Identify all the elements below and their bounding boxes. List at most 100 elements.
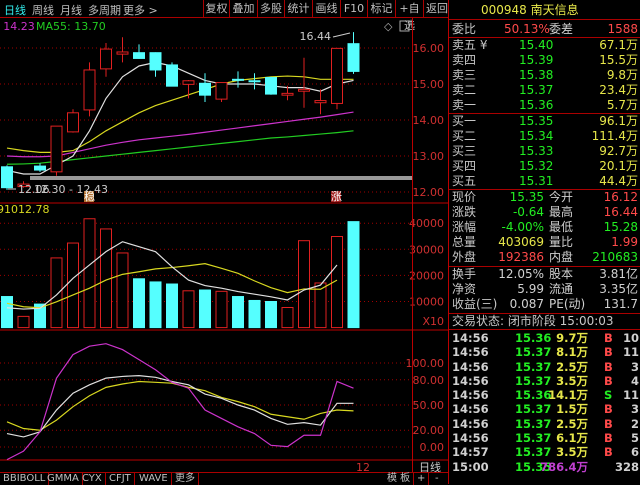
bid-level: 买一 15.35 96.1万 bbox=[449, 114, 640, 129]
stat-label: 外盘 bbox=[452, 250, 477, 264]
stat-value: 403069 bbox=[498, 235, 544, 249]
tick-count: 11 bbox=[622, 345, 639, 360]
indicator-tab[interactable]: BBIBOLL bbox=[0, 473, 50, 485]
candle[interactable] bbox=[67, 112, 79, 133]
volume-bar[interactable] bbox=[50, 257, 63, 329]
volume-bar[interactable] bbox=[133, 278, 145, 329]
toolbar-button[interactable]: 叠加 bbox=[229, 0, 257, 18]
volume-tick-label: 30000 bbox=[409, 243, 444, 256]
indicator-tab[interactable]: WAVE bbox=[136, 473, 172, 485]
indicator-tab[interactable]: CFJT bbox=[106, 473, 135, 485]
volume-bar[interactable] bbox=[17, 315, 30, 329]
level-volume: 92.7万 bbox=[599, 144, 638, 158]
period-tab[interactable]: 多周期 bbox=[88, 2, 121, 18]
indicator-tab[interactable]: CYX bbox=[79, 473, 106, 485]
candle[interactable] bbox=[215, 82, 228, 100]
ask-level: 卖二 15.37 23.4万 bbox=[449, 83, 640, 98]
tick-price: 15.37 bbox=[515, 359, 552, 374]
toolbar-button[interactable]: 返回 bbox=[423, 0, 450, 18]
period-tab[interactable]: 更多 > bbox=[123, 2, 158, 18]
toolbar-button[interactable]: F10 bbox=[340, 0, 367, 18]
volume-bar[interactable] bbox=[248, 299, 261, 329]
toolbar: 日线 周线 月线 多周期 更多 > 复权 叠加 多股 统计 画线 F10 标记 +自选 返回 bbox=[0, 0, 450, 32]
toolbar-button[interactable]: 统计 bbox=[284, 0, 312, 18]
period-tab[interactable]: 日线 bbox=[4, 2, 26, 18]
volume-bar[interactable] bbox=[182, 290, 195, 329]
toolbar-button[interactable]: 标记 bbox=[367, 0, 395, 18]
volume-bar[interactable] bbox=[281, 307, 294, 329]
toolbar-button[interactable]: 画线 bbox=[312, 0, 340, 18]
candle[interactable] bbox=[331, 47, 343, 104]
trade-status: 交易状态: 闭市阶段 15:00:03 bbox=[449, 314, 640, 330]
level-volume: 15.5万 bbox=[599, 53, 638, 67]
candle[interactable] bbox=[314, 100, 327, 104]
zoom-in-button[interactable]: + bbox=[414, 473, 430, 485]
toolbar-button[interactable]: 复权 bbox=[203, 0, 229, 18]
period-tab[interactable]: 月线 bbox=[60, 2, 82, 18]
volume-bar[interactable] bbox=[149, 281, 162, 329]
level-volume: 96.1万 bbox=[599, 114, 638, 128]
candle[interactable] bbox=[100, 48, 112, 70]
candle[interactable] bbox=[34, 165, 46, 171]
level-volume: 44.4万 bbox=[599, 174, 638, 188]
date-axis-label: 12 bbox=[356, 461, 370, 472]
kline-chart[interactable]: 16.00 15.00 14.00 13.00 12.00 40000 30000 20000… bbox=[0, 18, 448, 472]
level-price: 15.35 bbox=[519, 114, 554, 128]
tick-volume: 2.5万 bbox=[556, 359, 588, 374]
volume-bar[interactable] bbox=[166, 283, 178, 329]
fundamental-label: 股本 bbox=[549, 267, 574, 281]
candle[interactable] bbox=[1, 166, 13, 189]
diamond-icon[interactable]: ◇ bbox=[384, 20, 393, 33]
candle[interactable] bbox=[116, 51, 129, 55]
period-tab[interactable]: 周线 bbox=[32, 2, 54, 18]
level-volume: 9.8万 bbox=[606, 68, 638, 82]
volume-bar[interactable] bbox=[298, 240, 310, 329]
candle[interactable] bbox=[182, 80, 195, 85]
volume-bar[interactable] bbox=[83, 218, 96, 329]
zoom-out-button[interactable]: - bbox=[432, 473, 442, 485]
indicator-tab[interactable]: GMMA bbox=[44, 473, 83, 485]
level-volume: 67.1万 bbox=[599, 38, 638, 52]
stat-label: 最高 bbox=[549, 205, 574, 219]
stat-label: 最低 bbox=[549, 220, 574, 234]
candle[interactable] bbox=[347, 43, 360, 72]
volume-bar[interactable] bbox=[67, 242, 79, 329]
toolbar-button[interactable]: +自选 bbox=[395, 0, 423, 32]
candle[interactable] bbox=[166, 64, 178, 87]
panel-toggle-icon[interactable] bbox=[399, 20, 410, 32]
volume-bar[interactable] bbox=[347, 221, 360, 329]
candle[interactable] bbox=[298, 88, 310, 92]
indicator-tab[interactable]: 更多 bbox=[172, 473, 199, 485]
tick-volume: 3.5万 bbox=[556, 373, 588, 388]
tick-list[interactable]: 14:56 15.36 9.7万 B 10 14:56 15.37 8.1万 B 11 14:56 1… bbox=[449, 331, 640, 474]
candle[interactable] bbox=[265, 77, 277, 95]
volume-bar[interactable] bbox=[265, 301, 277, 329]
period-axis-label: 日线 bbox=[419, 460, 441, 472]
volume-bar[interactable] bbox=[116, 252, 129, 329]
volume-bar[interactable] bbox=[232, 296, 244, 329]
candle[interactable] bbox=[199, 82, 211, 96]
candle[interactable] bbox=[281, 92, 294, 96]
template-button[interactable]: 模 板 bbox=[384, 473, 415, 485]
level-price: 15.31 bbox=[519, 174, 554, 188]
tick-price: 15.36 bbox=[515, 331, 552, 345]
candle[interactable] bbox=[50, 125, 63, 173]
tick-time: 14:56 bbox=[452, 373, 489, 388]
volume-bar[interactable] bbox=[215, 290, 228, 329]
stat-label: 量比 bbox=[549, 235, 574, 249]
level-volume: 23.4万 bbox=[599, 83, 638, 97]
tick-side: B bbox=[604, 431, 613, 446]
candle[interactable] bbox=[248, 80, 261, 83]
candle[interactable] bbox=[83, 69, 96, 111]
stat-row: 涨跌 -0.64 最高 16.44 bbox=[449, 205, 640, 220]
volume-bar[interactable] bbox=[1, 296, 13, 329]
level-price: 15.38 bbox=[519, 68, 554, 82]
candle[interactable] bbox=[149, 52, 162, 71]
candle[interactable] bbox=[232, 78, 244, 81]
volume-bar[interactable] bbox=[199, 289, 211, 329]
tick-count: 328 bbox=[614, 459, 639, 474]
stat-row: 总量 403069 量比 1.99 bbox=[449, 235, 640, 250]
toolbar-button[interactable]: 多股 bbox=[257, 0, 284, 18]
candle[interactable] bbox=[133, 52, 145, 59]
tick-count: 3 bbox=[630, 359, 639, 374]
